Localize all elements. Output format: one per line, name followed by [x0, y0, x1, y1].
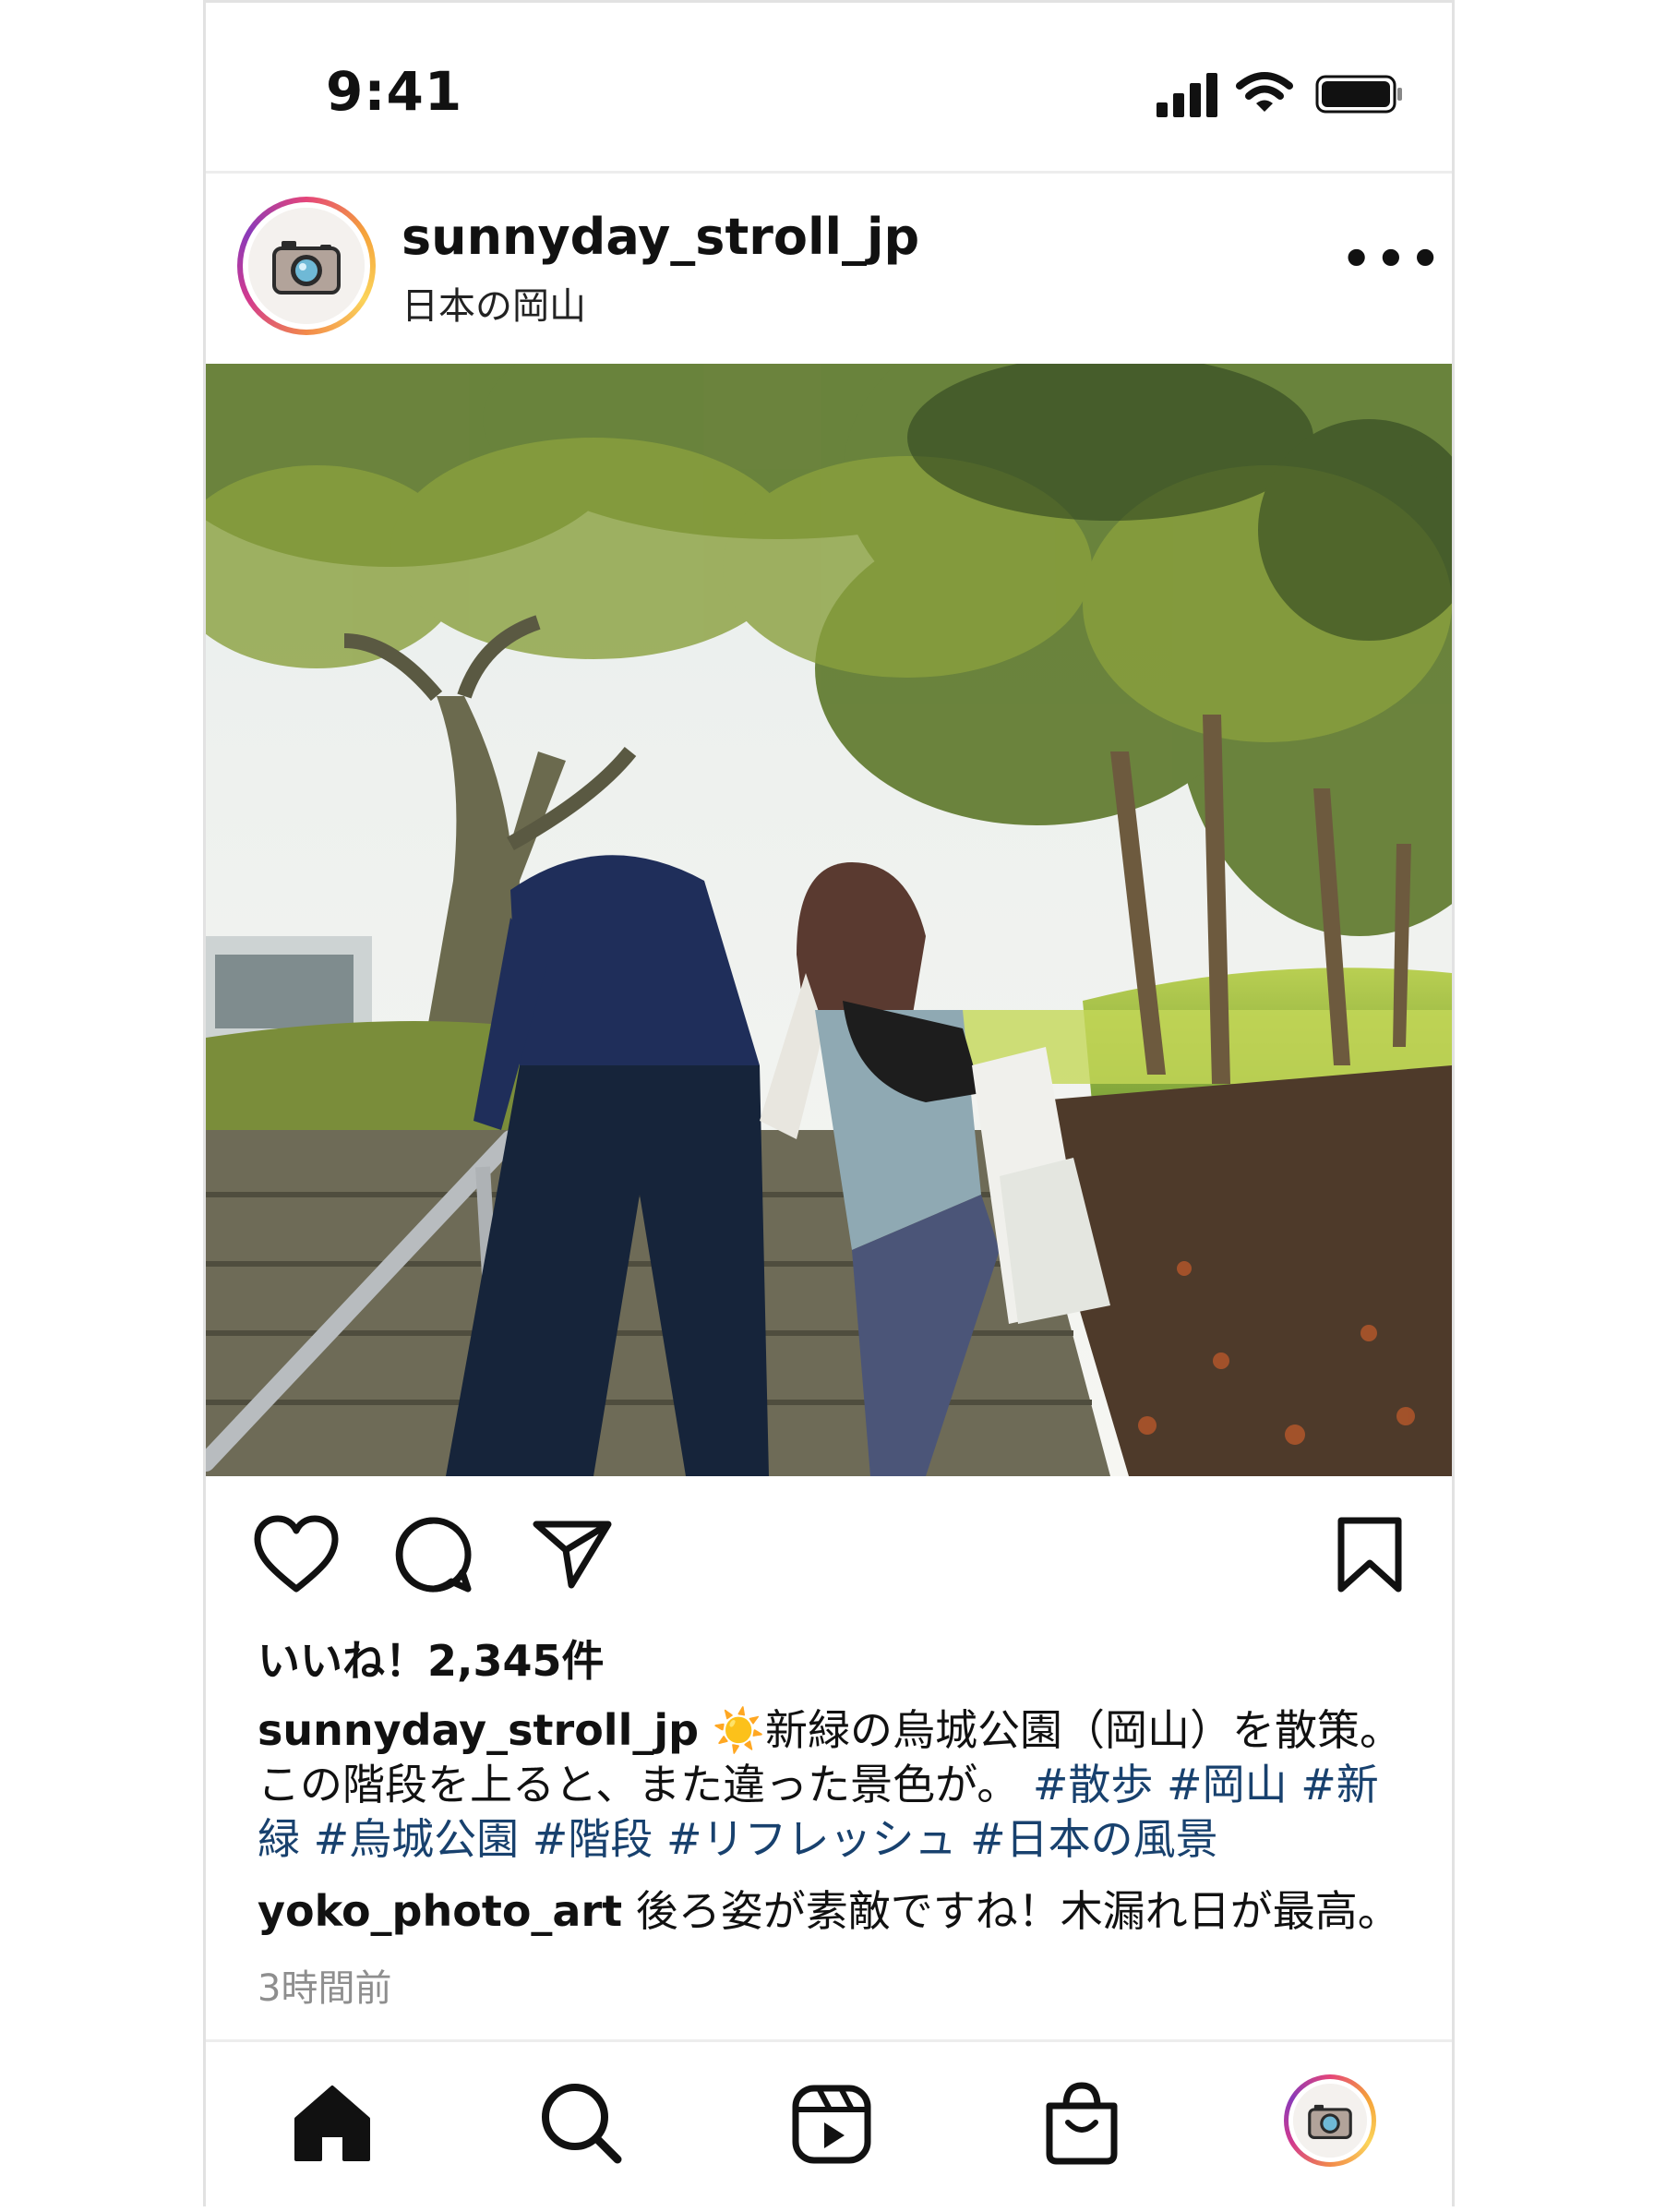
post-avatar[interactable] — [237, 197, 376, 335]
photo-illustration — [206, 364, 1452, 1476]
shop-icon[interactable] — [1042, 2080, 1121, 2165]
caption-username[interactable]: sunnyday_stroll_jp — [258, 1705, 699, 1755]
cellular-signal-icon — [1157, 73, 1217, 117]
reels-icon[interactable] — [791, 2084, 872, 2165]
comment-username[interactable]: yoko_photo_art — [258, 1886, 622, 1936]
profile-avatar[interactable] — [1284, 2074, 1376, 2167]
post-timestamp: 3時間前 — [258, 1967, 392, 2010]
comment-text: 後ろ姿が素敵ですね！木漏れ日が最高。 — [635, 1886, 1400, 1936]
hashtag[interactable]: #日本の風景 — [970, 1814, 1218, 1864]
comment-icon[interactable] — [394, 1515, 473, 1594]
hashtag[interactable]: #岡山 — [1167, 1760, 1288, 1809]
post-photo[interactable] — [206, 364, 1452, 1476]
bookmark-icon[interactable] — [1336, 1515, 1404, 1594]
heart-icon[interactable] — [252, 1515, 341, 1594]
hashtag[interactable]: #リフレッシュ — [666, 1814, 957, 1864]
camera-icon — [1293, 2084, 1367, 2158]
post-username[interactable]: sunnyday_stroll_jp — [402, 208, 919, 266]
battery-icon — [1315, 75, 1402, 114]
share-icon[interactable] — [531, 1517, 614, 1591]
status-bar: 9:41 — [206, 3, 1452, 174]
wifi-icon — [1236, 72, 1293, 112]
search-icon[interactable] — [540, 2082, 623, 2165]
post-caption: sunnyday_stroll_jp ☀️新緑の烏城公園（岡山）を散策。この階段… — [258, 1703, 1411, 1867]
hashtag[interactable]: #散歩 — [1033, 1760, 1154, 1809]
phone-frame: 9:41 sunnyday_stroll_jp 日本の岡山 ••• いいね！2,… — [203, 0, 1455, 2206]
post-location[interactable]: 日本の岡山 — [402, 276, 586, 330]
more-options-icon[interactable]: ••• — [1341, 235, 1444, 283]
home-icon[interactable] — [291, 2084, 374, 2163]
sun-emoji: ☀️ — [712, 1705, 765, 1755]
status-time: 9:41 — [326, 60, 463, 123]
hashtag[interactable]: #烏城公園 — [314, 1814, 520, 1864]
hashtag[interactable]: #階段 — [533, 1814, 653, 1864]
likes-count[interactable]: いいね！2,345件 — [258, 1628, 605, 1689]
comment: yoko_photo_art 後ろ姿が素敵ですね！木漏れ日が最高。 — [258, 1884, 1420, 1939]
camera-icon — [248, 208, 365, 324]
